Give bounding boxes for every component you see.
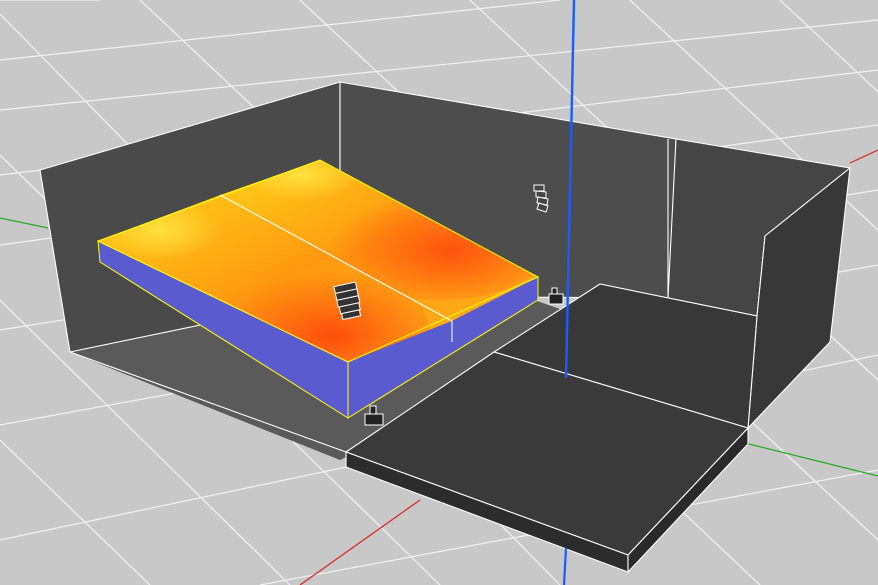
scene-canvas[interactable]	[0, 0, 878, 585]
3d-viewport[interactable]	[0, 0, 878, 585]
